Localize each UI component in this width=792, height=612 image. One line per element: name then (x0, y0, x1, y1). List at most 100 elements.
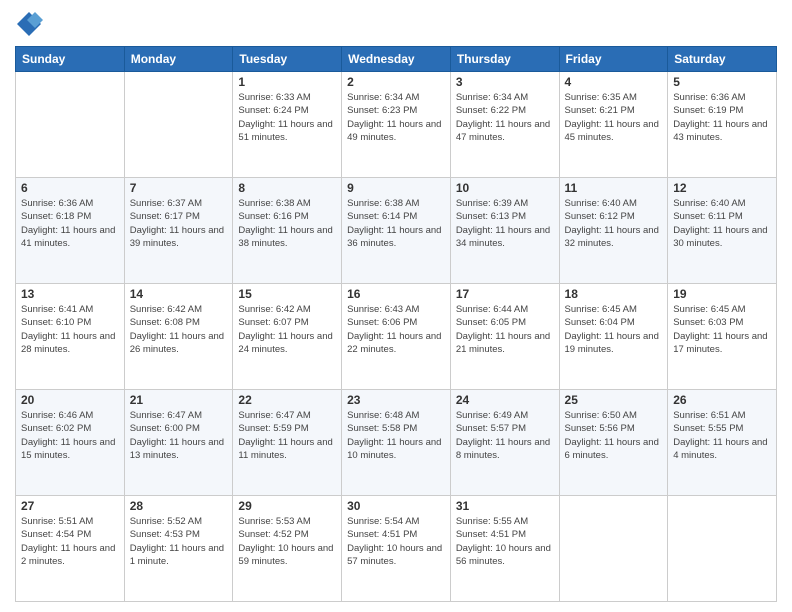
day-number: 21 (130, 393, 228, 407)
day-header-saturday: Saturday (668, 47, 777, 72)
calendar-cell: 31 Sunrise: 5:55 AM Sunset: 4:51 PM Dayli… (450, 496, 559, 602)
day-number: 15 (238, 287, 336, 301)
day-number: 10 (456, 181, 554, 195)
calendar-header-row: SundayMondayTuesdayWednesdayThursdayFrid… (16, 47, 777, 72)
calendar-cell: 19 Sunrise: 6:45 AM Sunset: 6:03 PM Dayli… (668, 284, 777, 390)
calendar-cell: 12 Sunrise: 6:40 AM Sunset: 6:11 PM Dayli… (668, 178, 777, 284)
calendar-cell: 24Sunrise: 6:49 AM Sunset: 5:57 PM Dayli… (450, 390, 559, 496)
day-number: 16 (347, 287, 445, 301)
day-number: 20 (21, 393, 119, 407)
calendar-cell: 22 Sunrise: 6:47 AM Sunset: 5:59 PM Dayli… (233, 390, 342, 496)
calendar-cell: 8 Sunrise: 6:38 AM Sunset: 6:16 PM Daylig… (233, 178, 342, 284)
calendar-week-3: 13 Sunrise: 6:41 AM Sunset: 6:10 PM Dayli… (16, 284, 777, 390)
day-info: Sunrise: 6:43 AM Sunset: 6:06 PM Dayligh… (347, 303, 445, 356)
calendar-week-4: 20 Sunrise: 6:46 AM Sunset: 6:02 PM Dayli… (16, 390, 777, 496)
calendar-cell (124, 72, 233, 178)
day-header-friday: Friday (559, 47, 668, 72)
day-info: Sunrise: 6:47 AM Sunset: 6:00 PM Dayligh… (130, 409, 228, 462)
day-header-monday: Monday (124, 47, 233, 72)
day-info: Sunrise: 5:53 AM Sunset: 4:52 PM Dayligh… (238, 515, 336, 568)
day-number: 11 (565, 181, 663, 195)
day-number: 22 (238, 393, 336, 407)
calendar-cell (16, 72, 125, 178)
day-number: 17 (456, 287, 554, 301)
calendar-cell: 29 Sunrise: 5:53 AM Sunset: 4:52 PM Dayli… (233, 496, 342, 602)
day-number: 18 (565, 287, 663, 301)
calendar-cell (668, 496, 777, 602)
calendar-cell: 18 Sunrise: 6:45 AM Sunset: 6:04 PM Dayli… (559, 284, 668, 390)
calendar-cell: 25 Sunrise: 6:50 AM Sunset: 5:56 PM Dayli… (559, 390, 668, 496)
day-info: Sunrise: 6:34 AM Sunset: 6:22 PM Dayligh… (456, 91, 554, 144)
day-info: Sunrise: 6:38 AM Sunset: 6:14 PM Dayligh… (347, 197, 445, 250)
day-number: 12 (673, 181, 771, 195)
day-info: Sunrise: 6:45 AM Sunset: 6:04 PM Dayligh… (565, 303, 663, 356)
day-number: 8 (238, 181, 336, 195)
day-header-tuesday: Tuesday (233, 47, 342, 72)
calendar-cell: 15 Sunrise: 6:42 AM Sunset: 6:07 PM Dayli… (233, 284, 342, 390)
day-info: Sunrise: 6:40 AM Sunset: 6:11 PM Dayligh… (673, 197, 771, 250)
day-info: Sunrise: 6:38 AM Sunset: 6:16 PM Dayligh… (238, 197, 336, 250)
day-number: 25 (565, 393, 663, 407)
day-info: Sunrise: 6:41 AM Sunset: 6:10 PM Dayligh… (21, 303, 119, 356)
calendar-cell: 28 Sunrise: 5:52 AM Sunset: 4:53 PM Dayli… (124, 496, 233, 602)
day-number: 14 (130, 287, 228, 301)
calendar-cell: 4Sunrise: 6:35 AM Sunset: 6:21 PM Daylig… (559, 72, 668, 178)
day-info: Sunrise: 6:42 AM Sunset: 6:08 PM Dayligh… (130, 303, 228, 356)
day-info: Sunrise: 6:37 AM Sunset: 6:17 PM Dayligh… (130, 197, 228, 250)
calendar-cell: 10Sunrise: 6:39 AM Sunset: 6:13 PM Dayli… (450, 178, 559, 284)
day-info: Sunrise: 6:50 AM Sunset: 5:56 PM Dayligh… (565, 409, 663, 462)
day-info: Sunrise: 6:49 AM Sunset: 5:57 PM Dayligh… (456, 409, 554, 462)
day-header-thursday: Thursday (450, 47, 559, 72)
day-number: 31 (456, 499, 554, 513)
day-info: Sunrise: 5:54 AM Sunset: 4:51 PM Dayligh… (347, 515, 445, 568)
day-number: 13 (21, 287, 119, 301)
day-header-wednesday: Wednesday (342, 47, 451, 72)
day-number: 19 (673, 287, 771, 301)
logo-icon (15, 10, 43, 38)
calendar-cell: 3Sunrise: 6:34 AM Sunset: 6:22 PM Daylig… (450, 72, 559, 178)
day-info: Sunrise: 6:36 AM Sunset: 6:19 PM Dayligh… (673, 91, 771, 144)
calendar-cell: 26 Sunrise: 6:51 AM Sunset: 5:55 PM Dayli… (668, 390, 777, 496)
calendar-cell: 27 Sunrise: 5:51 AM Sunset: 4:54 PM Dayli… (16, 496, 125, 602)
day-info: Sunrise: 6:34 AM Sunset: 6:23 PM Dayligh… (347, 91, 445, 144)
calendar-week-1: 1 Sunrise: 6:33 AM Sunset: 6:24 PM Daylig… (16, 72, 777, 178)
header (15, 10, 777, 38)
day-number: 29 (238, 499, 336, 513)
calendar-body: 1 Sunrise: 6:33 AM Sunset: 6:24 PM Daylig… (16, 72, 777, 602)
calendar-cell: 6 Sunrise: 6:36 AM Sunset: 6:18 PM Daylig… (16, 178, 125, 284)
calendar-cell: 14 Sunrise: 6:42 AM Sunset: 6:08 PM Dayli… (124, 284, 233, 390)
calendar-week-5: 27 Sunrise: 5:51 AM Sunset: 4:54 PM Dayli… (16, 496, 777, 602)
day-number: 26 (673, 393, 771, 407)
day-info: Sunrise: 5:51 AM Sunset: 4:54 PM Dayligh… (21, 515, 119, 568)
day-info: Sunrise: 5:55 AM Sunset: 4:51 PM Dayligh… (456, 515, 554, 568)
calendar-cell: 21 Sunrise: 6:47 AM Sunset: 6:00 PM Dayli… (124, 390, 233, 496)
day-info: Sunrise: 6:47 AM Sunset: 5:59 PM Dayligh… (238, 409, 336, 462)
day-number: 28 (130, 499, 228, 513)
day-info: Sunrise: 6:45 AM Sunset: 6:03 PM Dayligh… (673, 303, 771, 356)
day-number: 1 (238, 75, 336, 89)
day-info: Sunrise: 6:42 AM Sunset: 6:07 PM Dayligh… (238, 303, 336, 356)
calendar-table: SundayMondayTuesdayWednesdayThursdayFrid… (15, 46, 777, 602)
day-number: 9 (347, 181, 445, 195)
day-info: Sunrise: 6:33 AM Sunset: 6:24 PM Dayligh… (238, 91, 336, 144)
calendar-cell: 23Sunrise: 6:48 AM Sunset: 5:58 PM Dayli… (342, 390, 451, 496)
day-info: Sunrise: 6:51 AM Sunset: 5:55 PM Dayligh… (673, 409, 771, 462)
calendar-week-2: 6 Sunrise: 6:36 AM Sunset: 6:18 PM Daylig… (16, 178, 777, 284)
day-info: Sunrise: 6:48 AM Sunset: 5:58 PM Dayligh… (347, 409, 445, 462)
day-number: 4 (565, 75, 663, 89)
day-info: Sunrise: 6:36 AM Sunset: 6:18 PM Dayligh… (21, 197, 119, 250)
calendar-cell: 13 Sunrise: 6:41 AM Sunset: 6:10 PM Dayli… (16, 284, 125, 390)
day-number: 6 (21, 181, 119, 195)
day-number: 5 (673, 75, 771, 89)
day-info: Sunrise: 6:46 AM Sunset: 6:02 PM Dayligh… (21, 409, 119, 462)
calendar-cell: 1 Sunrise: 6:33 AM Sunset: 6:24 PM Daylig… (233, 72, 342, 178)
calendar-cell: 9 Sunrise: 6:38 AM Sunset: 6:14 PM Daylig… (342, 178, 451, 284)
day-number: 27 (21, 499, 119, 513)
day-header-sunday: Sunday (16, 47, 125, 72)
calendar-cell: 2Sunrise: 6:34 AM Sunset: 6:23 PM Daylig… (342, 72, 451, 178)
day-number: 7 (130, 181, 228, 195)
calendar-cell: 7 Sunrise: 6:37 AM Sunset: 6:17 PM Daylig… (124, 178, 233, 284)
calendar-cell: 5 Sunrise: 6:36 AM Sunset: 6:19 PM Daylig… (668, 72, 777, 178)
calendar-cell: 20 Sunrise: 6:46 AM Sunset: 6:02 PM Dayli… (16, 390, 125, 496)
day-info: Sunrise: 5:52 AM Sunset: 4:53 PM Dayligh… (130, 515, 228, 568)
